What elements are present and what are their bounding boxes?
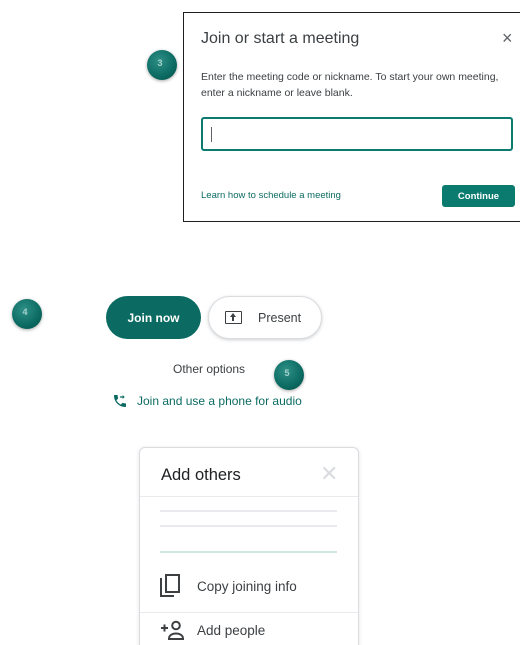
phone-audio-label: Join and use a phone for audio (137, 394, 302, 408)
divider (140, 612, 358, 613)
card-title: Add others (161, 466, 241, 484)
add-people-label: Add people (197, 622, 266, 638)
dialog-title: Join or start a meeting (201, 30, 360, 47)
divider (140, 496, 358, 497)
join-meeting-dialog: Join or start a meeting × Enter the meet… (183, 12, 520, 222)
dialog-description: Enter the meeting code or nickname. To s… (201, 71, 499, 99)
placeholder-line (160, 525, 337, 527)
phone-forwarded-icon (114, 395, 126, 407)
close-icon[interactable]: × (502, 28, 513, 49)
join-now-button[interactable]: Join now (106, 296, 201, 339)
phone-audio-link[interactable]: Join and use a phone for audio (112, 393, 302, 409)
add-person-icon (161, 620, 184, 640)
screen: 3 4 5 Join or start a meeting × Enter th… (0, 0, 520, 645)
step-marker-3: 3 (147, 50, 177, 80)
add-others-card: Add others ✕ Copy joining info Add peopl… (139, 447, 359, 645)
copy-joining-info-label: Copy joining info (197, 578, 297, 594)
copy-joining-info-button[interactable]: Copy joining info (160, 574, 297, 598)
placeholder-line (160, 510, 337, 512)
continue-button[interactable]: Continue (442, 185, 515, 207)
text-caret (211, 127, 212, 142)
present-button[interactable]: Present (208, 296, 322, 339)
meeting-code-input[interactable] (201, 117, 513, 151)
present-label: Present (258, 310, 302, 325)
close-icon[interactable]: ✕ (320, 461, 338, 487)
add-people-button[interactable]: Add people (160, 620, 265, 640)
copy-icon (160, 574, 182, 598)
present-screen-icon (225, 311, 242, 324)
step-marker-5: 5 (274, 360, 304, 390)
placeholder-line (160, 551, 337, 553)
learn-schedule-link[interactable]: Learn how to schedule a meeting (201, 190, 341, 201)
step-marker-4: 4 (12, 299, 42, 329)
other-options-heading: Other options (173, 362, 246, 376)
